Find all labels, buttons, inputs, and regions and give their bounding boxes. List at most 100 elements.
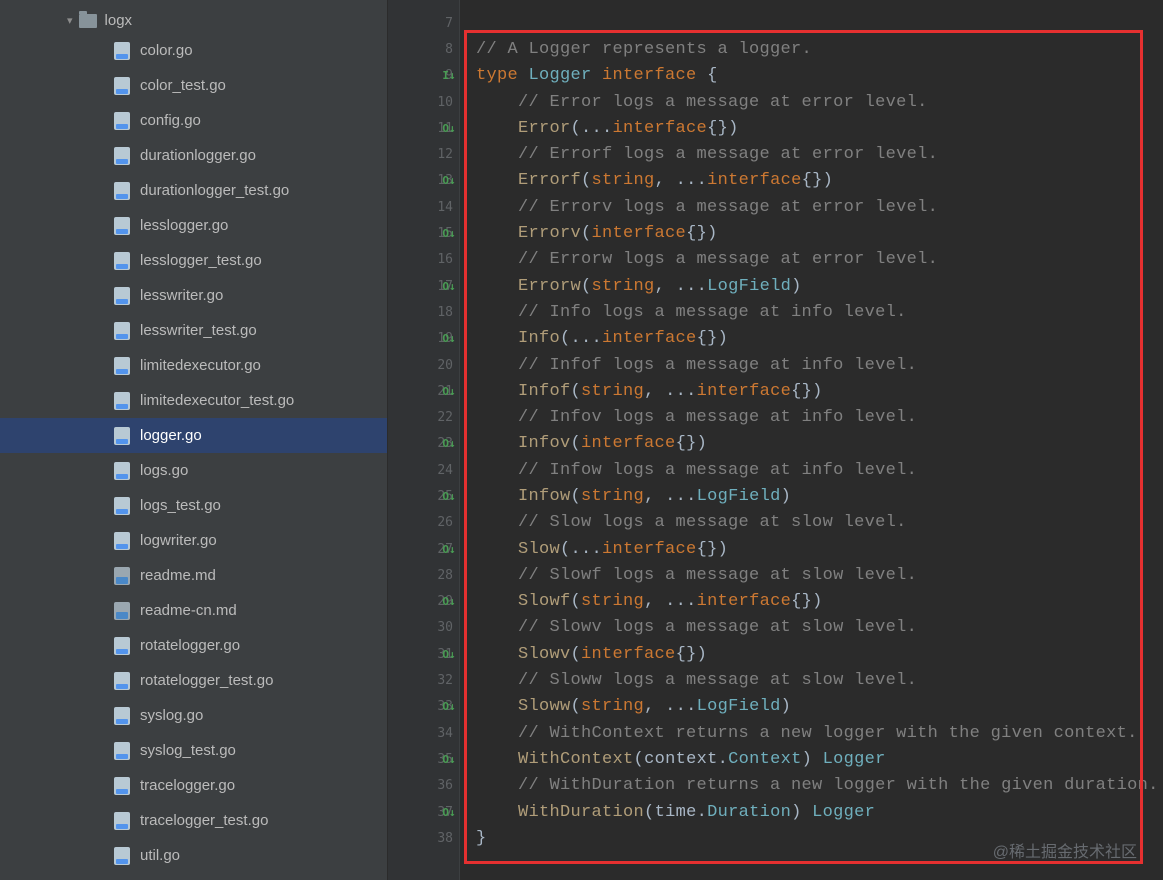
implements-marker-icon[interactable]: O↓ [442, 700, 456, 713]
file-readme-md[interactable]: readme.md [0, 558, 387, 593]
file-label: logs.go [140, 462, 188, 479]
file-label: lesslogger_test.go [140, 252, 262, 269]
implements-marker-icon[interactable]: O↓ [442, 122, 456, 135]
implements-marker-icon[interactable]: O↓ [442, 332, 456, 345]
implements-marker-icon[interactable]: O↓ [442, 174, 456, 187]
implements-marker-icon[interactable]: O↓ [442, 280, 456, 293]
file-readme-cn-md[interactable]: readme-cn.md [0, 593, 387, 628]
file-lesswriter-go[interactable]: lesswriter.go [0, 278, 387, 313]
code-line[interactable]: // Sloww logs a message at slow level. [460, 667, 1163, 693]
implements-marker-icon[interactable]: O↓ [442, 437, 456, 450]
code-line[interactable]: // WithContext returns a new logger with… [460, 720, 1163, 746]
folder-label: logx [105, 12, 133, 29]
implements-marker-icon[interactable]: O↓ [442, 227, 456, 240]
go-file-icon [114, 497, 130, 515]
code-line[interactable]: // Info logs a message at info level. [460, 299, 1163, 325]
file-syslog_test-go[interactable]: syslog_test.go [0, 733, 387, 768]
code-line[interactable]: // A Logger represents a logger. [460, 36, 1163, 62]
file-label: limitedexecutor_test.go [140, 392, 294, 409]
gutter-line: 34 [388, 720, 459, 746]
file-color_test-go[interactable]: color_test.go [0, 68, 387, 103]
code-line[interactable]: WithContext(context.Context) Logger [460, 746, 1163, 772]
code-line[interactable]: Errorv(interface{}) [460, 220, 1163, 246]
file-lesslogger_test-go[interactable]: lesslogger_test.go [0, 243, 387, 278]
code-line[interactable]: // Infov logs a message at info level. [460, 404, 1163, 430]
file-lesswriter_test-go[interactable]: lesswriter_test.go [0, 313, 387, 348]
file-logger-go[interactable]: logger.go [0, 418, 387, 453]
code-line[interactable]: // Errorw logs a message at error level. [460, 247, 1163, 273]
file-syslog-go[interactable]: syslog.go [0, 698, 387, 733]
implements-marker-icon[interactable]: O↓ [442, 595, 456, 608]
file-logs-go[interactable]: logs.go [0, 453, 387, 488]
code-line[interactable]: Slow(...interface{}) [460, 536, 1163, 562]
code-line[interactable]: // Errorf logs a message at error level. [460, 141, 1163, 167]
file-limitedexecutor_test-go[interactable]: limitedexecutor_test.go [0, 383, 387, 418]
gutter-line: 33O↓ [388, 694, 459, 720]
code-line[interactable]: type Logger interface { [460, 63, 1163, 89]
file-label: durationlogger.go [140, 147, 256, 164]
code-line[interactable]: Infov(interface{}) [460, 431, 1163, 457]
code-line[interactable]: Infow(string, ...LogField) [460, 483, 1163, 509]
code-line[interactable]: Sloww(string, ...LogField) [460, 694, 1163, 720]
file-logwriter-go[interactable]: logwriter.go [0, 523, 387, 558]
code-line[interactable]: // Infof logs a message at info level. [460, 352, 1163, 378]
file-config-go[interactable]: config.go [0, 103, 387, 138]
code-line[interactable]: // Slow logs a message at slow level. [460, 510, 1163, 536]
implements-marker-icon[interactable]: O↓ [442, 648, 456, 661]
file-logs_test-go[interactable]: logs_test.go [0, 488, 387, 523]
go-file-icon [114, 847, 130, 865]
file-label: config.go [140, 112, 201, 129]
code-line[interactable]: WithDuration(time.Duration) Logger [460, 799, 1163, 825]
file-label: lesswriter_test.go [140, 322, 257, 339]
gutter-line: 31O↓ [388, 641, 459, 667]
file-tracelogger-go[interactable]: tracelogger.go [0, 768, 387, 803]
file-label: lesslogger.go [140, 217, 228, 234]
go-file-icon [114, 742, 130, 760]
code-line[interactable]: Infof(string, ...interface{}) [460, 378, 1163, 404]
gutter-line: 23O↓ [388, 431, 459, 457]
implements-marker-icon[interactable]: O↓ [442, 543, 456, 556]
code-line[interactable]: // Error logs a message at error level. [460, 89, 1163, 115]
go-file-icon [114, 637, 130, 655]
file-rotatelogger_test-go[interactable]: rotatelogger_test.go [0, 663, 387, 698]
code-line[interactable] [460, 10, 1163, 36]
file-lesslogger-go[interactable]: lesslogger.go [0, 208, 387, 243]
file-durationlogger-go[interactable]: durationlogger.go [0, 138, 387, 173]
file-rotatelogger-go[interactable]: rotatelogger.go [0, 628, 387, 663]
code-line[interactable]: // WithDuration returns a new logger wit… [460, 773, 1163, 799]
file-util-go[interactable]: util.go [0, 838, 387, 873]
markdown-file-icon [114, 567, 130, 585]
file-label: rotatelogger_test.go [140, 672, 273, 689]
code-line[interactable]: Slowv(interface{}) [460, 641, 1163, 667]
code-line[interactable]: Info(...interface{}) [460, 326, 1163, 352]
code-line[interactable]: Errorf(string, ...interface{}) [460, 168, 1163, 194]
code-area[interactable]: @稀土掘金技术社区 // A Logger represents a logge… [460, 0, 1163, 880]
gutter-line: 26 [388, 510, 459, 536]
code-line[interactable]: Errorw(string, ...LogField) [460, 273, 1163, 299]
gutter-line: 8 [388, 36, 459, 62]
code-line[interactable]: // Slowf logs a message at slow level. [460, 562, 1163, 588]
folder-logx[interactable]: ▾ logx [0, 8, 387, 33]
code-line[interactable]: // Errorv logs a message at error level. [460, 194, 1163, 220]
implements-marker-icon[interactable]: I↓ [442, 69, 456, 82]
gutter-line: 10 [388, 89, 459, 115]
implements-marker-icon[interactable]: O↓ [442, 753, 456, 766]
gutter-line: 9I↓ [388, 63, 459, 89]
code-line[interactable]: Error(...interface{}) [460, 115, 1163, 141]
gutter-line: 14 [388, 194, 459, 220]
file-durationlogger_test-go[interactable]: durationlogger_test.go [0, 173, 387, 208]
code-line[interactable]: Slowf(string, ...interface{}) [460, 589, 1163, 615]
chevron-down-icon: ▾ [67, 14, 73, 27]
file-color-go[interactable]: color.go [0, 33, 387, 68]
implements-marker-icon[interactable]: O↓ [442, 490, 456, 503]
gutter-line: 30 [388, 615, 459, 641]
project-tree[interactable]: ▾ logx color.gocolor_test.go config.go dur… [0, 0, 388, 880]
code-line[interactable]: // Slowv logs a message at slow level. [460, 615, 1163, 641]
file-tracelogger_test-go[interactable]: tracelogger_test.go [0, 803, 387, 838]
file-limitedexecutor-go[interactable]: limitedexecutor.go [0, 348, 387, 383]
implements-marker-icon[interactable]: O↓ [442, 385, 456, 398]
code-line[interactable]: // Infow logs a message at info level. [460, 457, 1163, 483]
gutter-line: 11O↓ [388, 115, 459, 141]
code-editor[interactable]: 789I↓1011O↓1213O↓1415O↓1617O↓1819O↓2021O… [388, 0, 1163, 880]
implements-marker-icon[interactable]: O↓ [442, 806, 456, 819]
